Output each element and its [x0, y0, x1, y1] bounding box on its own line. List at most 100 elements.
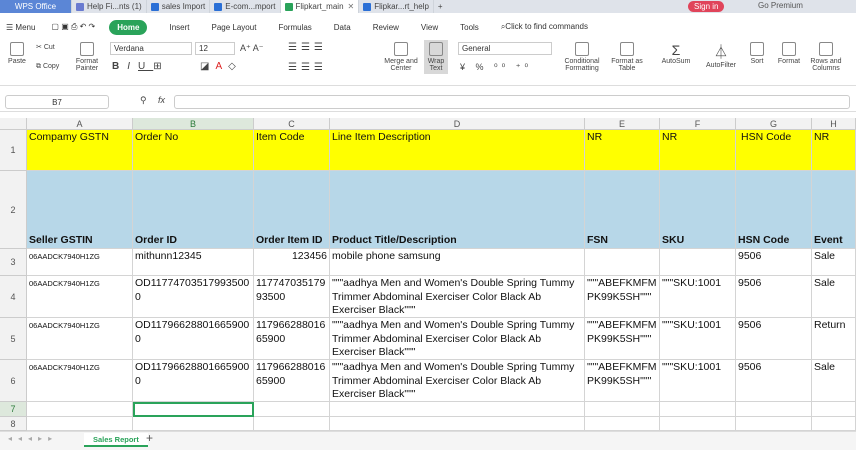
- column-header-c[interactable]: C: [254, 118, 330, 130]
- cell-h2[interactable]: Event: [812, 171, 856, 249]
- close-icon[interactable]: ✕: [348, 2, 355, 11]
- cell-h1[interactable]: NR: [812, 130, 856, 171]
- cell-e6[interactable]: """ABEFKMFMPK99K5SH""": [585, 360, 660, 402]
- cell-a8[interactable]: [27, 417, 133, 431]
- cell-g5[interactable]: 9506: [736, 318, 812, 360]
- cell-e8[interactable]: [585, 417, 660, 431]
- cell-a1[interactable]: Compamy GSTN: [27, 130, 133, 171]
- merge-center-button[interactable]: Merge and Center: [384, 42, 418, 72]
- row-header-8[interactable]: 8: [0, 417, 27, 431]
- cell-e4[interactable]: """ABEFKMFMPK99K5SH""": [585, 276, 660, 318]
- cell-a5[interactable]: 06AADCK7940H1ZG: [27, 318, 133, 360]
- tab-ecom-import[interactable]: E-com...mport: [210, 0, 281, 13]
- add-sheet-button[interactable]: +: [146, 431, 153, 445]
- cell-d4[interactable]: """aadhya Men and Women's Double Spring …: [330, 276, 585, 318]
- cell-g1[interactable]: HSN Code: [736, 130, 812, 171]
- cell-a6[interactable]: 06AADCK7940H1ZG: [27, 360, 133, 402]
- autofilter-button[interactable]: ⏃ AutoFilter: [702, 42, 740, 69]
- menu-button[interactable]: ☰ Menu: [6, 23, 35, 32]
- tab-review[interactable]: Review: [373, 23, 399, 32]
- sort-button[interactable]: Sort: [746, 42, 768, 65]
- tab-home[interactable]: Home: [109, 19, 148, 35]
- cell-h6[interactable]: Sale: [812, 360, 856, 402]
- new-tab-button[interactable]: +: [434, 0, 447, 13]
- cell-b6[interactable]: OD117966288016659000: [133, 360, 254, 402]
- cell-c2[interactable]: Order Item ID: [254, 171, 330, 249]
- cell-a4[interactable]: 06AADCK7940H1ZG: [27, 276, 133, 318]
- column-header-f[interactable]: F: [660, 118, 736, 130]
- cell-h4[interactable]: Sale: [812, 276, 856, 318]
- font-style-buttons[interactable]: BIU⊞: [112, 61, 170, 72]
- tab-insert[interactable]: Insert: [169, 23, 189, 32]
- cell-b8[interactable]: [133, 417, 254, 431]
- cell-d3[interactable]: mobile phone samsung: [330, 249, 585, 276]
- cell-d1[interactable]: Line Item Description: [330, 130, 585, 171]
- cell-c1[interactable]: Item Code: [254, 130, 330, 171]
- column-header-e[interactable]: E: [585, 118, 660, 130]
- row-header-2[interactable]: 2: [0, 171, 27, 249]
- cell-f3[interactable]: [660, 249, 736, 276]
- cell-b5[interactable]: OD117966288016659000: [133, 318, 254, 360]
- cell-f5[interactable]: """SKU:1001: [660, 318, 736, 360]
- cell-c8[interactable]: [254, 417, 330, 431]
- wrap-text-button[interactable]: Wrap Text: [424, 40, 448, 74]
- cell-e2[interactable]: FSN: [585, 171, 660, 249]
- format-button[interactable]: Format: [774, 42, 804, 65]
- cell-g2[interactable]: HSN Code: [736, 171, 812, 249]
- row-header-5[interactable]: 5: [0, 318, 27, 360]
- cell-b7-selected[interactable]: [133, 402, 254, 417]
- copy-button[interactable]: ⧉ Copy: [36, 63, 59, 71]
- cell-f2[interactable]: SKU: [660, 171, 736, 249]
- column-header-d[interactable]: D: [330, 118, 585, 130]
- autosum-button[interactable]: Σ AutoSum: [658, 42, 694, 65]
- cell-g8[interactable]: [736, 417, 812, 431]
- cell-d8[interactable]: [330, 417, 585, 431]
- row-header-6[interactable]: 6: [0, 360, 27, 402]
- cell-f7[interactable]: [660, 402, 736, 417]
- column-header-b[interactable]: B: [133, 118, 254, 130]
- font-family-select[interactable]: Verdana: [110, 42, 192, 55]
- cell-g3[interactable]: 9506: [736, 249, 812, 276]
- row-header-1[interactable]: 1: [0, 130, 27, 171]
- cell-c3[interactable]: 123456: [254, 249, 330, 276]
- cell-a7[interactable]: [27, 402, 133, 417]
- format-painter-button[interactable]: Format Painter: [74, 42, 100, 72]
- cell-f8[interactable]: [660, 417, 736, 431]
- cell-d5[interactable]: """aadhya Men and Women's Double Spring …: [330, 318, 585, 360]
- sign-in-button[interactable]: Sign in: [688, 1, 725, 12]
- rows-columns-button[interactable]: Rows and Columns: [808, 42, 844, 72]
- tab-flipkart-help[interactable]: Flipkar...rt_help: [359, 0, 434, 13]
- cell-b2[interactable]: Order ID: [133, 171, 254, 249]
- cut-button[interactable]: ✂ Cut: [36, 43, 55, 51]
- cell-d7[interactable]: [330, 402, 585, 417]
- row-header-3[interactable]: 3: [0, 249, 27, 276]
- cell-d2[interactable]: Product Title/Description: [330, 171, 585, 249]
- cell-b1[interactable]: Order No: [133, 130, 254, 171]
- tab-formulas[interactable]: Formulas: [278, 23, 311, 32]
- color-buttons[interactable]: ◪A◇: [200, 61, 242, 72]
- format-table-button[interactable]: Format as Table: [608, 42, 646, 72]
- cell-f1[interactable]: NR: [660, 130, 736, 171]
- cell-h5[interactable]: Return: [812, 318, 856, 360]
- cell-c7[interactable]: [254, 402, 330, 417]
- cell-c5[interactable]: 11796628801665900: [254, 318, 330, 360]
- conditional-formatting-button[interactable]: Conditional Formatting: [560, 42, 604, 72]
- cell-b4[interactable]: OD117747035179935000: [133, 276, 254, 318]
- tab-page-layout[interactable]: Page Layout: [212, 23, 257, 32]
- cell-c4[interactable]: 11774703517993500: [254, 276, 330, 318]
- tab-flipkart-main[interactable]: Flipkart_main ✕: [280, 0, 360, 13]
- sheet-tab-sales-report[interactable]: Sales Report: [84, 433, 148, 447]
- go-premium-link[interactable]: Go Premium: [758, 1, 803, 10]
- cell-g7[interactable]: [736, 402, 812, 417]
- name-box[interactable]: B7: [5, 95, 109, 109]
- cell-d6[interactable]: """aadhya Men and Women's Double Spring …: [330, 360, 585, 402]
- zoom-icon[interactable]: ⚲: [140, 95, 147, 106]
- cell-e7[interactable]: [585, 402, 660, 417]
- cell-c6[interactable]: 11796628801665900: [254, 360, 330, 402]
- column-header-g[interactable]: G: [736, 118, 812, 130]
- formula-input[interactable]: [174, 95, 850, 109]
- cell-f6[interactable]: """SKU:1001: [660, 360, 736, 402]
- row-header-4[interactable]: 4: [0, 276, 27, 318]
- cell-e5[interactable]: """ABEFKMFMPK99K5SH""": [585, 318, 660, 360]
- sheet-nav-arrows[interactable]: ◂◂◂▸▸: [8, 434, 58, 443]
